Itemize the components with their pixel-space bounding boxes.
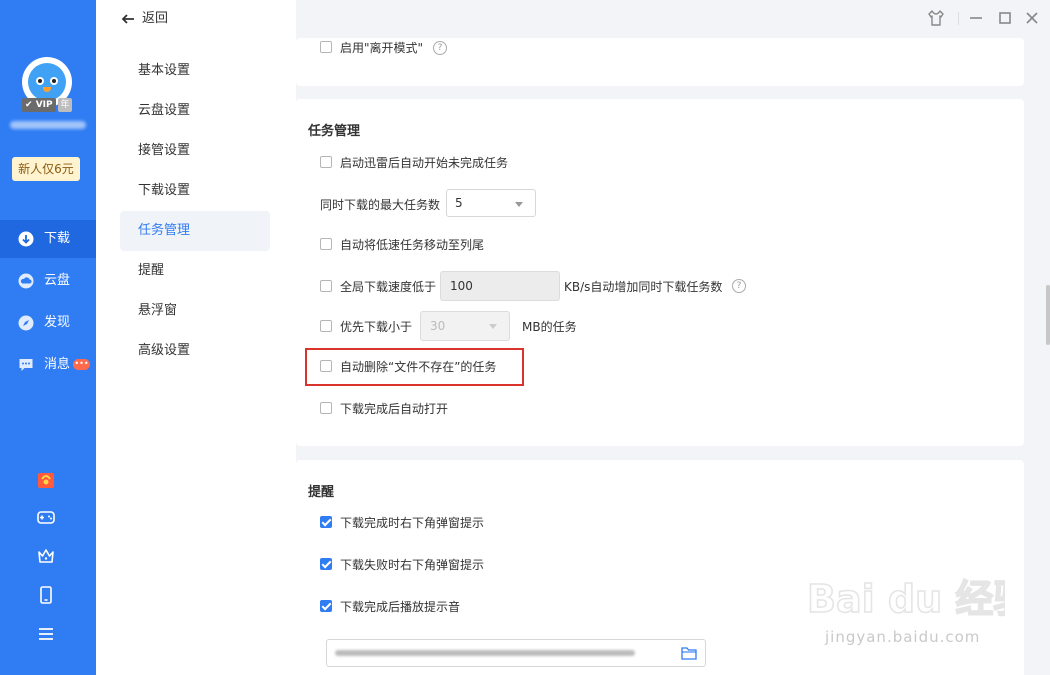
menu-item-takeover[interactable]: 接管设置 [120, 131, 270, 171]
message-icon [19, 359, 33, 371]
watermark-url: jingyan.baidu.com [825, 628, 981, 646]
task-management-title: 任务管理 [308, 124, 361, 139]
remind-title: 提醒 [308, 485, 335, 500]
move-slow-label: 自动将低速任务移动至列尾 [340, 238, 485, 252]
phone-icon[interactable] [36, 585, 56, 605]
away-mode-checkbox[interactable] [320, 41, 332, 53]
back-label: 返回 [142, 11, 169, 26]
remind-fail-label: 下载失败时右下角弹窗提示 [340, 558, 485, 572]
card-task-management: 任务管理 启动迅雷后自动开始未完成任务 同时下载的最大任务数 5 自动将低速任务… [296, 99, 1024, 446]
speed-threshold-input[interactable]: 100 [440, 271, 560, 301]
auto-open-checkbox[interactable] [320, 402, 332, 414]
remind-sound-label: 下载完成后播放提示音 [340, 600, 461, 614]
message-badge: ••• [73, 359, 90, 370]
maximize-icon[interactable] [995, 8, 1015, 28]
folder-icon[interactable] [681, 646, 697, 660]
away-mode-label: 启用"离开模式" [340, 41, 424, 55]
crown-icon[interactable] [36, 546, 56, 566]
nav-label-discover: 发现 [44, 315, 71, 330]
menu-item-basic[interactable]: 基本设置 [120, 51, 270, 91]
remind-complete-label: 下载完成时右下角弹窗提示 [340, 516, 485, 530]
nav-item-messages[interactable]: 消息 ••• [0, 346, 96, 384]
minimize-icon[interactable] [966, 8, 986, 28]
compass-icon [18, 315, 34, 331]
small-first-label: 优先下载小于 [340, 320, 413, 334]
auto-delete-label: 自动删除“文件不存在”的任务 [340, 360, 497, 374]
menu-item-download[interactable]: 下载设置 [120, 171, 270, 211]
nav-label-download: 下载 [44, 231, 71, 246]
max-tasks-label: 同时下载的最大任务数 [320, 198, 441, 212]
vip-year-badge: 年 [58, 98, 72, 112]
menu-item-task-management[interactable]: 任务管理 [120, 211, 270, 251]
auto-delete-checkbox[interactable] [320, 360, 332, 372]
max-tasks-select[interactable]: 5 [446, 189, 536, 217]
scrollbar[interactable] [1046, 285, 1050, 345]
nav-label-cloud: 云盘 [44, 273, 71, 288]
chevron-down-icon [489, 324, 497, 329]
promo-button[interactable]: 新人仅6元 [12, 157, 80, 181]
vip-badge: ✔ VIP [22, 98, 56, 112]
username-blurred [10, 121, 86, 129]
nav-label-messages: 消息 [44, 357, 71, 372]
remind-fail-checkbox[interactable] [320, 558, 332, 570]
arrow-left-icon [121, 14, 134, 24]
menu-icon[interactable] [36, 624, 56, 644]
auto-start-label: 启动迅雷后自动开始未完成任务 [340, 156, 509, 170]
watermark-brand: Bai du 经验 [807, 577, 1005, 621]
sound-path-input[interactable] [326, 639, 706, 667]
menu-item-advanced[interactable]: 高级设置 [120, 331, 270, 371]
nav-item-download[interactable]: 下载 [0, 220, 96, 258]
menu-item-floating-window[interactable]: 悬浮窗 [120, 291, 270, 331]
move-slow-checkbox[interactable] [320, 238, 332, 250]
speed-threshold-checkbox[interactable] [320, 280, 332, 292]
chevron-down-icon [515, 202, 523, 207]
vip-label: VIP [35, 100, 53, 110]
auto-open-label: 下载完成后自动打开 [340, 402, 449, 416]
settings-menu: 返回 基本设置 云盘设置 接管设置 下载设置 任务管理 提醒 悬浮窗 高级设置 [96, 0, 296, 675]
nav-item-cloud[interactable]: 云盘 [0, 262, 96, 300]
speed-threshold-suffix: KB/s自动增加同时下载任务数 [564, 280, 723, 294]
remind-sound-checkbox[interactable] [320, 600, 332, 612]
sound-path-blurred [335, 650, 635, 656]
speed-threshold-value: 100 [450, 279, 473, 293]
small-first-checkbox[interactable] [320, 320, 332, 332]
close-icon[interactable] [1022, 8, 1042, 28]
help-icon[interactable]: ? [433, 41, 447, 55]
nav-item-discover[interactable]: 发现 [0, 304, 96, 342]
help-icon[interactable]: ? [732, 279, 746, 293]
small-first-select[interactable]: 30 [420, 311, 510, 341]
skin-icon[interactable] [926, 8, 946, 28]
small-first-value: 30 [430, 319, 446, 333]
download-icon [18, 231, 34, 247]
small-first-suffix: MB的任务 [522, 320, 577, 334]
menu-item-remind[interactable]: 提醒 [120, 251, 270, 291]
gift-icon[interactable] [36, 470, 56, 490]
menu-item-cloud[interactable]: 云盘设置 [120, 91, 270, 131]
left-sidebar: ✔ VIP 年 新人仅6元 下载 云盘 发现 消息 ••• [0, 0, 96, 675]
title-divider [958, 12, 959, 25]
max-tasks-value: 5 [455, 196, 463, 210]
remind-complete-checkbox[interactable] [320, 516, 332, 528]
speed-threshold-prefix: 全局下载速度低于 [340, 280, 437, 294]
gamepad-icon[interactable] [36, 507, 56, 527]
cloud-icon [18, 273, 34, 289]
card-away-mode: 启用"离开模式" ? [296, 38, 1024, 86]
auto-start-checkbox[interactable] [320, 156, 332, 168]
bird-mascot-icon [28, 63, 66, 101]
